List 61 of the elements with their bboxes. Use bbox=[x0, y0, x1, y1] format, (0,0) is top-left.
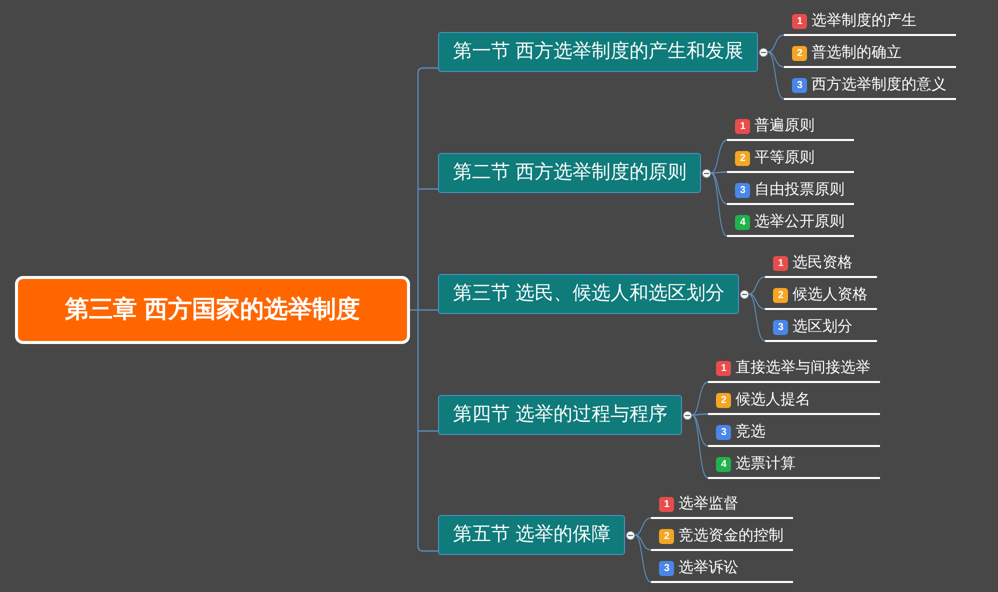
topic-label: 选民资格 bbox=[792, 252, 852, 273]
collapse-icon[interactable] bbox=[702, 168, 712, 178]
topic-node[interactable]: 2 竞选资金的控制 bbox=[651, 519, 794, 551]
topic-node[interactable]: 2 候选人资格 bbox=[765, 278, 878, 310]
collapse-icon[interactable] bbox=[626, 530, 636, 540]
collapse-icon[interactable] bbox=[759, 48, 768, 56]
collapse-icon[interactable] bbox=[683, 410, 692, 420]
section-node[interactable]: 第三节 选民、候选人和选区划分 bbox=[438, 274, 740, 314]
section-node[interactable]: 第一节 西方选举制度的产生和发展 bbox=[438, 32, 758, 72]
priority-badge: 3 bbox=[659, 560, 674, 576]
topic-label: 候选人提名 bbox=[735, 390, 810, 410]
priority-badge: 1 bbox=[735, 118, 750, 134]
priority-badge: 2 bbox=[735, 150, 750, 166]
priority-badge: 2 bbox=[716, 392, 732, 408]
topic-label: 普选制的确立 bbox=[811, 42, 902, 63]
topic-node[interactable]: 3 西方选举制度的意义 bbox=[784, 68, 956, 100]
topic-label: 竞选 bbox=[735, 422, 766, 442]
topic-label: 普遍原则 bbox=[754, 116, 814, 136]
topic-label: 选区划分 bbox=[792, 316, 852, 337]
topic-node[interactable]: 1 选民资格 bbox=[765, 246, 878, 278]
section-node[interactable]: 第四节 选举的过程与程序 bbox=[438, 395, 682, 435]
topic-label: 自由投票原则 bbox=[754, 180, 844, 200]
topic-node[interactable]: 2 平等原则 bbox=[727, 141, 854, 173]
collapse-icon[interactable] bbox=[740, 290, 750, 298]
topic-node[interactable]: 3 自由投票原则 bbox=[727, 173, 854, 205]
topic-label: 候选人资格 bbox=[792, 284, 868, 305]
priority-badge: 3 bbox=[773, 320, 788, 334]
priority-badge: 3 bbox=[735, 182, 750, 198]
priority-badge: 1 bbox=[659, 496, 674, 512]
priority-badge: 1 bbox=[792, 14, 808, 28]
topic-label: 选举公开原则 bbox=[754, 212, 844, 232]
topic-node[interactable]: 2 普选制的确立 bbox=[784, 36, 956, 68]
priority-badge: 4 bbox=[735, 214, 750, 230]
topic-label: 选举制度的产生 bbox=[811, 10, 916, 31]
priority-badge: 1 bbox=[773, 256, 788, 270]
priority-badge: 1 bbox=[716, 360, 732, 376]
topic-node[interactable]: 3 竞选 bbox=[708, 415, 880, 447]
priority-badge: 3 bbox=[792, 78, 808, 92]
topic-label: 选举诉讼 bbox=[678, 558, 738, 578]
topic-node[interactable]: 1 直接选举与间接选举 bbox=[708, 351, 880, 383]
priority-badge: 4 bbox=[716, 456, 732, 472]
topic-node[interactable]: 3 选区划分 bbox=[765, 310, 878, 342]
section-node[interactable]: 第五节 选举的保障 bbox=[438, 515, 626, 555]
topic-label: 直接选举与间接选举 bbox=[735, 358, 870, 378]
topic-label: 西方选举制度的意义 bbox=[811, 74, 946, 95]
topic-label: 竞选资金的控制 bbox=[678, 526, 784, 546]
topic-node[interactable]: 1 选举制度的产生 bbox=[784, 4, 956, 36]
topic-node[interactable]: 2 候选人提名 bbox=[708, 383, 880, 415]
topic-node[interactable]: 1 普遍原则 bbox=[727, 109, 854, 141]
section-node[interactable]: 第二节 西方选举制度的原则 bbox=[438, 153, 702, 193]
topic-label: 选举监督 bbox=[678, 494, 738, 514]
priority-badge: 2 bbox=[773, 288, 788, 302]
topic-node[interactable]: 4 选票计算 bbox=[708, 447, 880, 479]
topic-node[interactable]: 1 选举监督 bbox=[651, 487, 794, 519]
topic-label: 选票计算 bbox=[735, 454, 796, 474]
priority-badge: 2 bbox=[792, 46, 808, 60]
topic-node[interactable]: 3 选举诉讼 bbox=[651, 551, 794, 583]
topic-node[interactable]: 4 选举公开原则 bbox=[727, 205, 854, 237]
priority-badge: 2 bbox=[659, 528, 674, 544]
priority-badge: 3 bbox=[716, 424, 732, 440]
topic-label: 平等原则 bbox=[754, 148, 814, 168]
